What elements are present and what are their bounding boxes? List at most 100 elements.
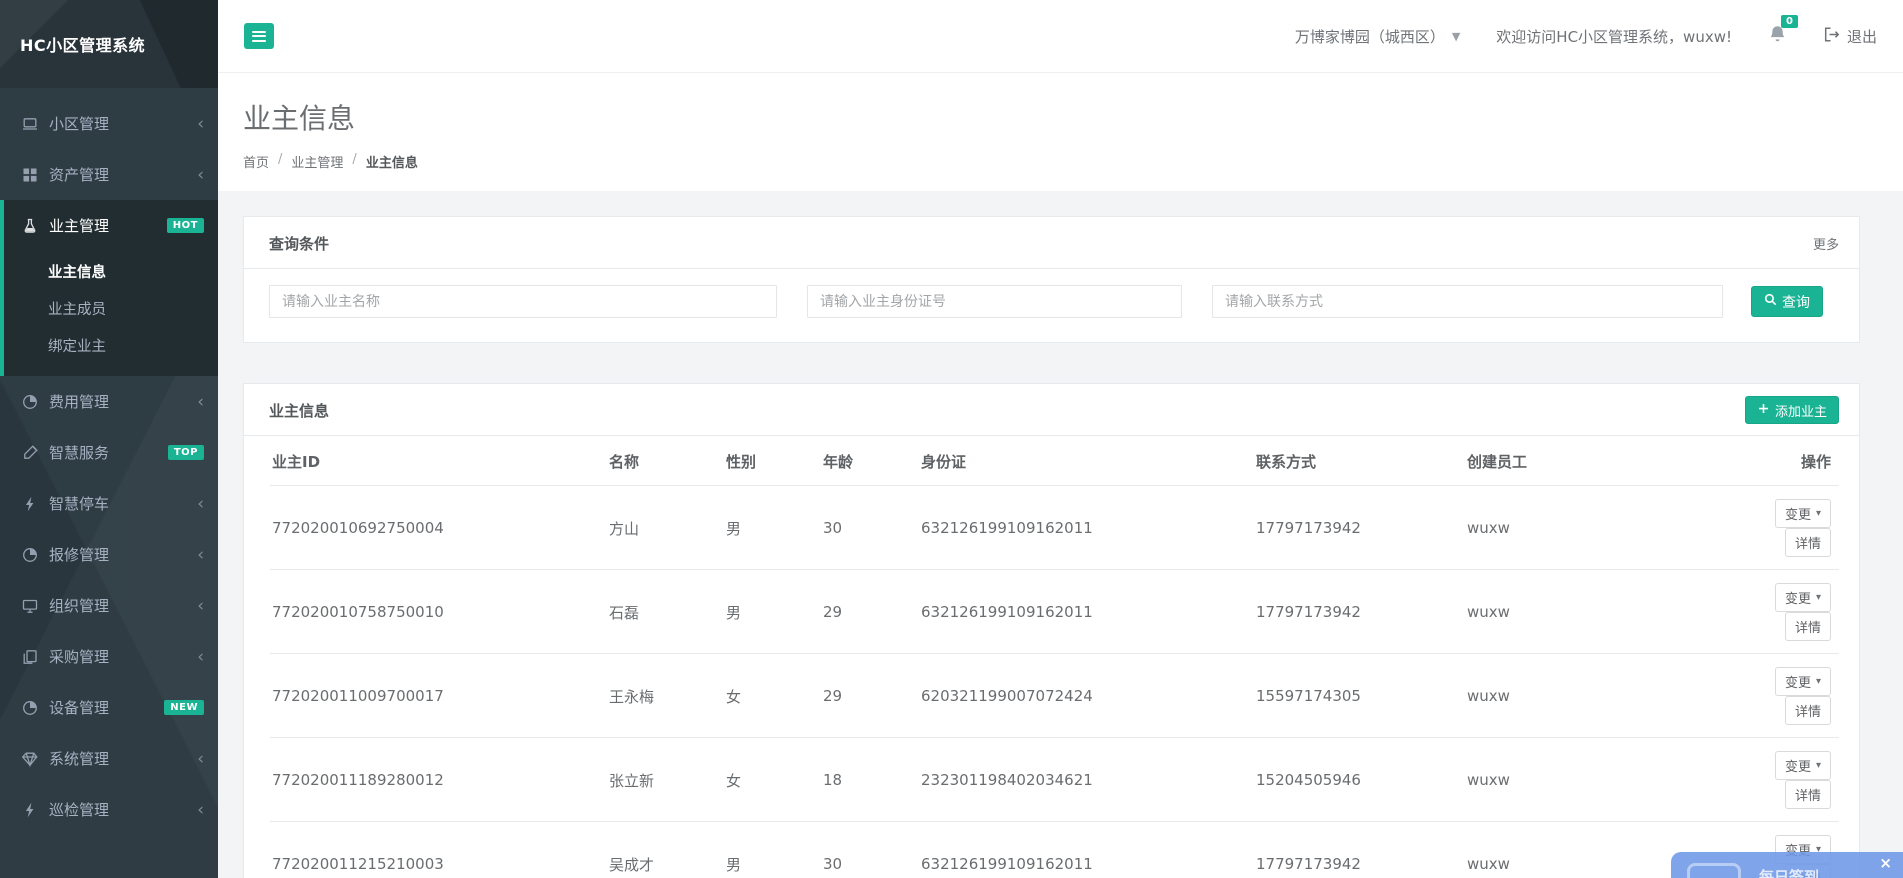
pie-icon bbox=[22, 394, 38, 410]
nav-badge: HOT bbox=[167, 218, 204, 233]
sidebar-item-3[interactable]: 费用管理‹ bbox=[0, 376, 218, 427]
owners-table-body: 772020010692750004方山男3063212619910916201… bbox=[270, 486, 1839, 878]
cell-actions: 变更▾详情 bbox=[1735, 738, 1839, 822]
caret-down-icon: ▾ bbox=[1816, 760, 1821, 771]
cell-id: 772020011189280012 bbox=[270, 738, 607, 822]
nav-badge: TOP bbox=[168, 445, 204, 460]
sidebar-item-wrap-10: 系统管理‹ bbox=[0, 733, 218, 784]
sidebar-toggle-button[interactable] bbox=[244, 23, 274, 49]
change-button[interactable]: 变更▾ bbox=[1775, 667, 1831, 696]
owner-phone-input[interactable] bbox=[1212, 285, 1723, 318]
cell-gender: 男 bbox=[724, 822, 821, 878]
cell-age: 29 bbox=[821, 654, 919, 738]
grid-icon bbox=[22, 167, 38, 183]
bolt-icon bbox=[22, 496, 38, 512]
copy-icon bbox=[22, 649, 38, 665]
close-icon[interactable]: × bbox=[1879, 856, 1892, 871]
flask-icon bbox=[22, 218, 38, 234]
sidebar-item-1[interactable]: 资产管理‹ bbox=[0, 149, 218, 200]
signin-popup: 每日签到 × bbox=[1671, 852, 1903, 878]
topbar: 万博家博园（城西区） ▼ 欢迎访问HC小区管理系统，wuxw! 0 退出 bbox=[218, 0, 1903, 73]
cell-creator: wuxw bbox=[1465, 738, 1735, 822]
cell-name: 吴成才 bbox=[607, 822, 724, 878]
sidebar-item-8[interactable]: 采购管理‹ bbox=[0, 631, 218, 682]
sidebar-item-4[interactable]: 智慧服务TOP bbox=[0, 427, 218, 478]
table-row: 772020011009700017王永梅女296203211990070724… bbox=[270, 654, 1839, 738]
change-button[interactable]: 变更▾ bbox=[1775, 583, 1831, 612]
search-panel-header: 查询条件 更多 bbox=[244, 217, 1859, 269]
logout-button[interactable]: 退出 bbox=[1823, 26, 1877, 47]
owner-idcard-input[interactable] bbox=[807, 285, 1182, 318]
cell-name: 王永梅 bbox=[607, 654, 724, 738]
sidebar-item-wrap-0: 小区管理‹ bbox=[0, 98, 218, 149]
sidebar-item-wrap-5: 智慧停车‹ bbox=[0, 478, 218, 529]
sidebar-item-9[interactable]: 设备管理NEW bbox=[0, 682, 218, 733]
cell-id: 772020011215210003 bbox=[270, 822, 607, 878]
cell-age: 29 bbox=[821, 570, 919, 654]
cell-gender: 男 bbox=[724, 486, 821, 570]
detail-button[interactable]: 详情 bbox=[1785, 780, 1831, 809]
sidebar-subitem-2-0[interactable]: 业主信息 bbox=[4, 253, 218, 290]
signin-popup-text: 每日签到 bbox=[1759, 866, 1819, 878]
sidebar-item-11[interactable]: 巡检管理‹ bbox=[0, 784, 218, 835]
bolt-icon bbox=[22, 802, 38, 818]
chevron-left-icon: ‹ bbox=[197, 119, 204, 129]
sidebar-item-5[interactable]: 智慧停车‹ bbox=[0, 478, 218, 529]
cell-creator: wuxw bbox=[1465, 486, 1735, 570]
sidebar-nav: 小区管理‹资产管理‹业主管理HOT业主信息业主成员绑定业主费用管理‹智慧服务TO… bbox=[0, 88, 218, 835]
cell-creator: wuxw bbox=[1465, 570, 1735, 654]
main-area: 万博家博园（城西区） ▼ 欢迎访问HC小区管理系统，wuxw! 0 退出 业主信… bbox=[218, 0, 1903, 878]
owner-name-input[interactable] bbox=[269, 285, 777, 318]
edit-icon bbox=[22, 445, 38, 461]
sidebar-item-10[interactable]: 系统管理‹ bbox=[0, 733, 218, 784]
cell-age: 30 bbox=[821, 822, 919, 878]
plus-icon bbox=[1757, 402, 1770, 419]
sidebar-item-0[interactable]: 小区管理‹ bbox=[0, 98, 218, 149]
page-heading: 业主信息 首页 / 业主管理 / 业主信息 bbox=[218, 73, 1903, 191]
pie-icon bbox=[22, 547, 38, 563]
sidebar-item-2[interactable]: 业主管理HOT bbox=[4, 200, 218, 251]
sidebar-item-6[interactable]: 报修管理‹ bbox=[0, 529, 218, 580]
detail-button[interactable]: 详情 bbox=[1785, 696, 1831, 725]
more-link[interactable]: 更多 bbox=[1813, 234, 1839, 253]
cell-id_card: 620321199007072424 bbox=[919, 654, 1254, 738]
change-button[interactable]: 变更▾ bbox=[1775, 499, 1831, 528]
table-wrap: 业主ID 名称 性别 年龄 身份证 联系方式 创建员工 操作 772020010… bbox=[244, 436, 1859, 878]
breadcrumb-home[interactable]: 首页 bbox=[243, 156, 269, 171]
sidebar-item-7[interactable]: 组织管理‹ bbox=[0, 580, 218, 631]
breadcrumb-parent[interactable]: 业主管理 bbox=[291, 156, 343, 171]
table-row: 772020011215210003吴成才男306321261991091620… bbox=[270, 822, 1839, 878]
cell-id: 772020010692750004 bbox=[270, 486, 607, 570]
submenu: 业主信息业主成员绑定业主 bbox=[4, 251, 218, 376]
owners-table: 业主ID 名称 性别 年龄 身份证 联系方式 创建员工 操作 772020010… bbox=[270, 436, 1839, 878]
chevron-left-icon: ‹ bbox=[197, 754, 204, 764]
cell-id_card: 232301198402034621 bbox=[919, 738, 1254, 822]
table-row: 772020010692750004方山男3063212619910916201… bbox=[270, 486, 1839, 570]
community-selector[interactable]: 万博家博园（城西区） ▼ bbox=[1295, 26, 1460, 47]
change-button[interactable]: 变更▾ bbox=[1775, 751, 1831, 780]
add-owner-button[interactable]: 添加业主 bbox=[1745, 396, 1839, 424]
table-row: 772020010758750010石磊男2963212619910916201… bbox=[270, 570, 1839, 654]
card-icon bbox=[1687, 863, 1741, 878]
notifications-button[interactable]: 0 bbox=[1768, 25, 1787, 48]
cell-creator: wuxw bbox=[1465, 654, 1735, 738]
sidebar-subitem-2-2[interactable]: 绑定业主 bbox=[4, 327, 218, 364]
owners-panel: 业主信息 添加业主 业主ID 名称 性 bbox=[243, 383, 1860, 878]
sidebar-item-wrap-7: 组织管理‹ bbox=[0, 580, 218, 631]
community-name: 万博家博园（城西区） bbox=[1295, 26, 1445, 47]
owners-panel-title: 业主信息 bbox=[269, 400, 329, 421]
search-button[interactable]: 查询 bbox=[1751, 286, 1823, 317]
sidebar-item-wrap-8: 采购管理‹ bbox=[0, 631, 218, 682]
sidebar-subitem-2-1[interactable]: 业主成员 bbox=[4, 290, 218, 327]
chevron-left-icon: ‹ bbox=[197, 499, 204, 509]
cell-id_card: 632126199109162011 bbox=[919, 570, 1254, 654]
chevron-left-icon: ‹ bbox=[197, 652, 204, 662]
detail-button[interactable]: 详情 bbox=[1785, 528, 1831, 557]
detail-button[interactable]: 详情 bbox=[1785, 612, 1831, 641]
search-icon bbox=[1764, 293, 1777, 310]
cell-id_card: 632126199109162011 bbox=[919, 486, 1254, 570]
caret-down-icon: ▾ bbox=[1816, 676, 1821, 687]
cell-name: 张立新 bbox=[607, 738, 724, 822]
cell-actions: 变更▾详情 bbox=[1735, 486, 1839, 570]
sidebar: HC小区管理系统 小区管理‹资产管理‹业主管理HOT业主信息业主成员绑定业主费用… bbox=[0, 0, 218, 878]
